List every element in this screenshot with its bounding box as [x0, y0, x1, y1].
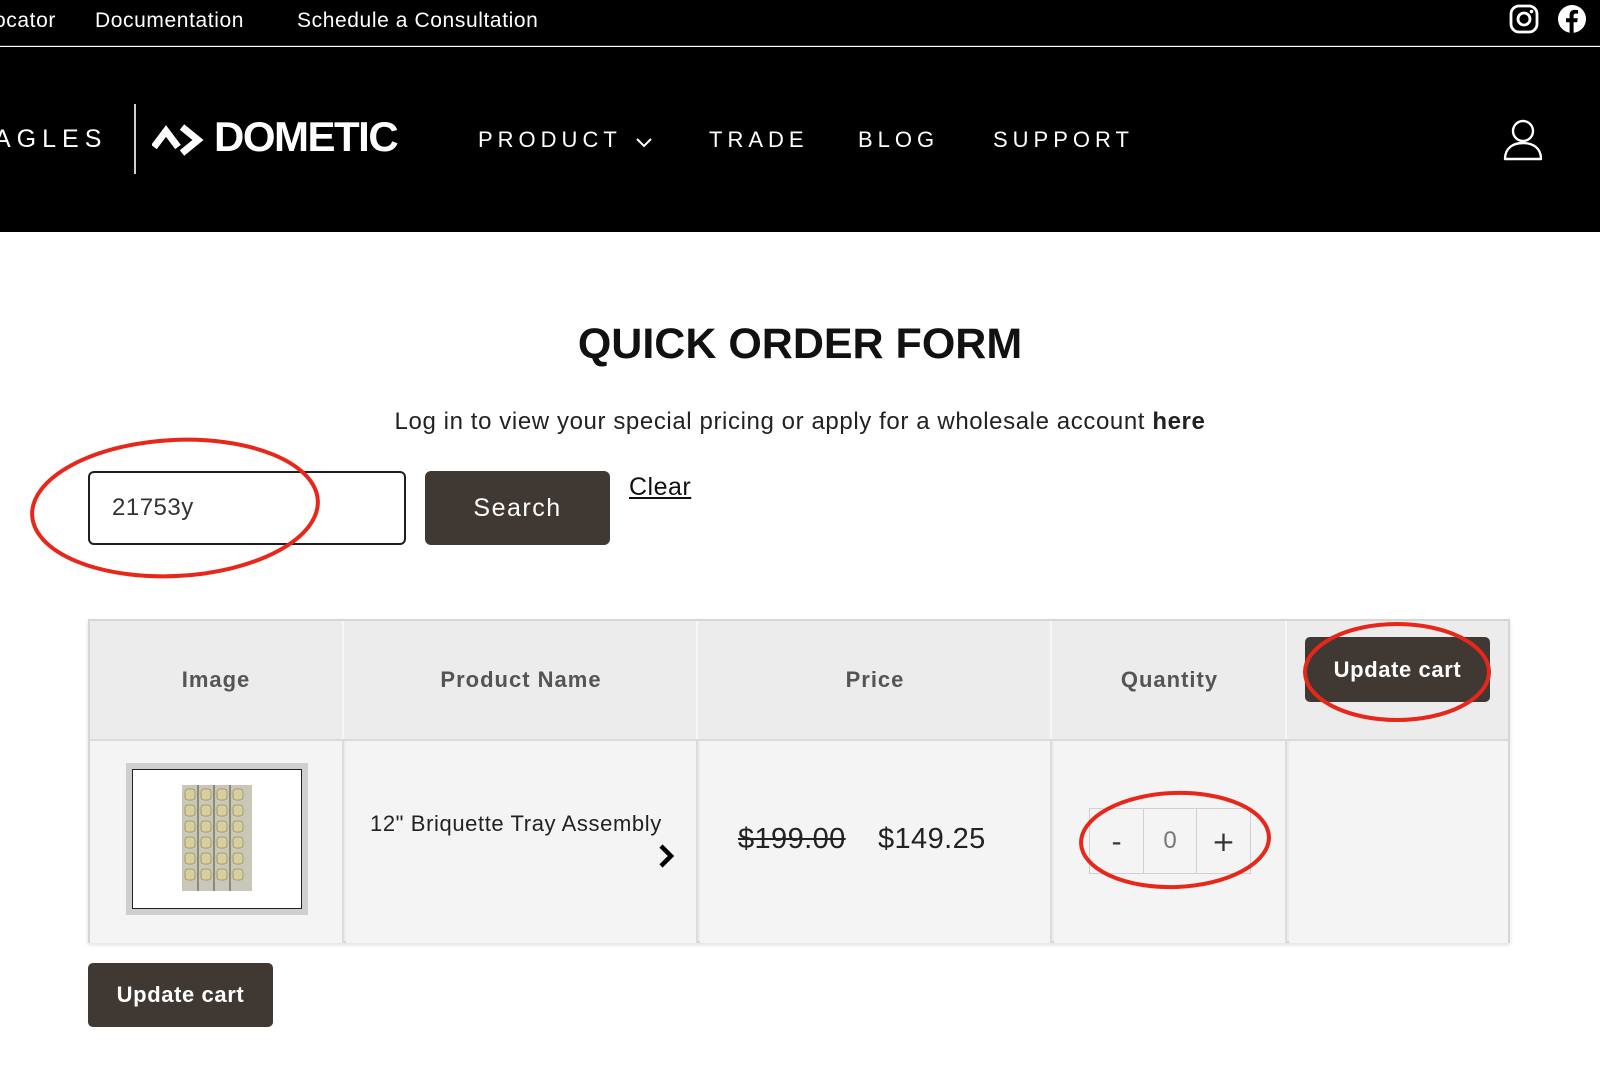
update-cart-button-header[interactable]: Update cart: [1305, 637, 1490, 702]
quantity-input[interactable]: [1143, 809, 1197, 873]
column-header-price: Price: [700, 621, 1052, 739]
column-header-image: Image: [90, 621, 344, 739]
table-row-price-cell: $199.00 $149.25: [700, 741, 1052, 943]
page-title: QUICK ORDER FORM: [577, 320, 1023, 368]
account-icon[interactable]: [1502, 117, 1544, 161]
facebook-icon[interactable]: [1557, 4, 1587, 34]
original-price: $199.00: [738, 823, 846, 855]
table-row-image-cell: [90, 741, 344, 943]
nav-trade[interactable]: TRADE: [709, 127, 809, 153]
nav-support[interactable]: SUPPORT: [993, 127, 1134, 153]
chevron-down-icon[interactable]: [634, 132, 654, 152]
brand-eagles-logo[interactable]: AGLES: [0, 125, 107, 154]
store-locator-link[interactable]: ocator: [0, 9, 56, 33]
search-input[interactable]: [88, 471, 406, 545]
schedule-consultation-link[interactable]: Schedule a Consultation: [297, 9, 538, 33]
chevron-right-icon[interactable]: [656, 842, 678, 870]
quantity-stepper: - +: [1089, 808, 1251, 874]
column-header-quantity: Quantity: [1054, 621, 1287, 739]
utility-bar: ocator Documentation Schedule a Consulta…: [0, 0, 1600, 46]
sale-price: $149.25: [878, 823, 986, 855]
product-name-link[interactable]: 12" Briquette Tray Assembly: [370, 811, 662, 837]
order-table: Image Product Name Price Quantity 12" Br…: [88, 619, 1510, 943]
briquette-tray-image: [179, 783, 255, 895]
clear-link[interactable]: Clear: [629, 473, 691, 502]
product-thumbnail[interactable]: [126, 763, 308, 915]
quantity-decrease-button[interactable]: -: [1090, 809, 1143, 873]
update-cart-button-bottom[interactable]: Update cart: [88, 963, 273, 1027]
dometic-logo-mark[interactable]: [152, 123, 210, 157]
login-note: Log in to view your special pricing or a…: [0, 408, 1600, 436]
nav-product[interactable]: PRODUCT: [478, 127, 622, 153]
table-row-action-cell: [1289, 741, 1508, 943]
login-note-text: Log in to view your special pricing or a…: [394, 408, 1153, 435]
quantity-increase-button[interactable]: +: [1197, 809, 1250, 873]
instagram-icon[interactable]: [1509, 4, 1539, 34]
table-row-name-cell: 12" Briquette Tray Assembly: [346, 741, 698, 943]
wholesale-account-link[interactable]: here: [1152, 408, 1205, 435]
site-header: AGLES DOMETIC PRODUCT TRADE BLOG SUPPORT: [0, 47, 1600, 232]
column-header-product-name: Product Name: [346, 621, 698, 739]
product-thumbnail-inner: [132, 769, 302, 909]
brand-divider: [134, 104, 136, 174]
dometic-logo-wordmark[interactable]: DOMETIC: [214, 113, 399, 161]
table-row-quantity-cell: - +: [1054, 741, 1287, 943]
documentation-link[interactable]: Documentation: [95, 9, 244, 33]
nav-blog[interactable]: BLOG: [858, 127, 939, 153]
search-button[interactable]: Search: [425, 471, 610, 545]
